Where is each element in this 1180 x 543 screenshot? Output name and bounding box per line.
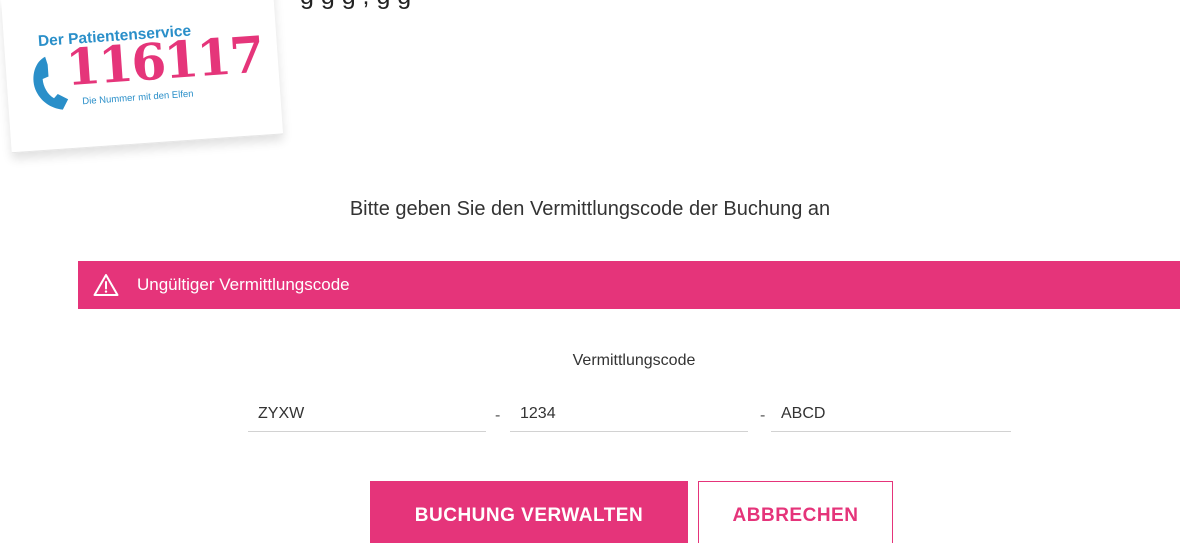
- error-message: Ungültiger Vermittlungscode: [137, 275, 350, 294]
- code-part-2-input[interactable]: [510, 396, 748, 432]
- cropped-header-text: g g g , g g: [300, 0, 411, 11]
- manage-booking-button[interactable]: BUCHUNG VERWALTEN: [370, 481, 688, 543]
- code-part-3-input[interactable]: [771, 396, 1011, 432]
- code-separator: -: [495, 407, 501, 424]
- code-part-1-input[interactable]: [248, 396, 486, 432]
- logo[interactable]: Der Patientenservice 116117 Die Nummer m…: [0, 0, 284, 154]
- code-separator: -: [760, 407, 766, 424]
- cancel-button[interactable]: ABBRECHEN: [698, 481, 893, 543]
- warning-icon: [93, 274, 119, 296]
- page-instruction: Bitte geben Sie den Vermittlungscode der…: [349, 198, 831, 220]
- logo-number: 116117: [63, 24, 265, 98]
- code-field-label: Vermittlungscode: [572, 352, 696, 369]
- page: g g g , g g Der Patientenservice 116117 …: [0, 0, 1180, 543]
- error-banner: Ungültiger Vermittlungscode: [78, 261, 1180, 309]
